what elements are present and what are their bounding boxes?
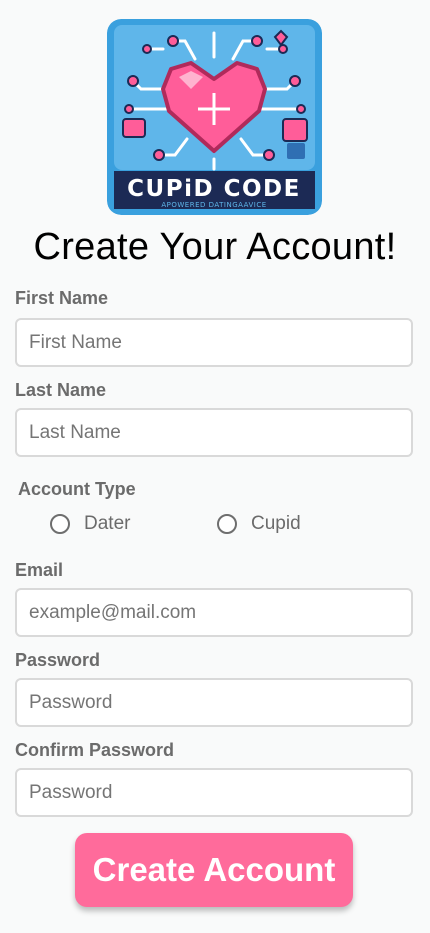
first-name-label: First Name [15, 288, 109, 308]
confirm-password-label: Confirm Password [15, 740, 175, 760]
cupid-code-logo-image: CUPiD CODE APOWERED DATINGAAVICE [107, 19, 322, 215]
app-logo: CUPiD CODE APOWERED DATINGAAVICE [107, 19, 322, 215]
radio-label-cupid: Cupid [251, 513, 301, 534]
radio-button-cupid[interactable] [217, 514, 237, 534]
email-input[interactable] [15, 588, 413, 637]
page-title: Create Your Account! [33, 226, 397, 268]
email-label: Email [15, 560, 64, 580]
last-name-input[interactable] [15, 408, 413, 457]
last-name-label: Last Name [15, 380, 107, 400]
logo-tagline: APOWERED DATINGAAVICE [161, 201, 266, 209]
account-type-radio-group: Dater Cupid [0, 512, 430, 540]
first-name-input[interactable] [15, 318, 413, 367]
radio-button-dater[interactable] [50, 514, 70, 534]
create-account-button[interactable]: Create Account [75, 833, 353, 907]
radio-option-cupid[interactable]: Cupid [217, 513, 301, 535]
radio-option-dater[interactable]: Dater [50, 513, 130, 535]
confirm-password-input[interactable] [15, 768, 413, 817]
password-label: Password [15, 650, 101, 670]
account-type-label: Account Type [18, 479, 136, 499]
radio-label-dater: Dater [84, 513, 131, 534]
password-input[interactable] [15, 678, 413, 727]
logo-wordmark: CUPiD CODE [127, 176, 301, 202]
